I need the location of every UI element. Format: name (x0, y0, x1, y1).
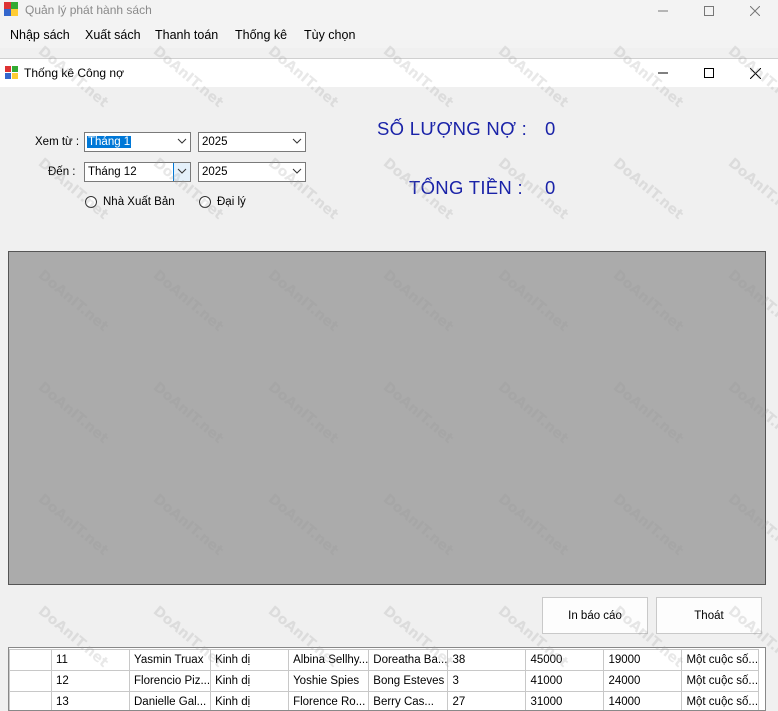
table-cell[interactable]: 24000 (604, 671, 682, 692)
table-grid: 11Yasmin TruaxKinh dịAlbina Sellhy...Dor… (9, 649, 759, 711)
to-year-combo[interactable]: 2025 (198, 162, 306, 182)
table-cell[interactable]: 41000 (526, 671, 604, 692)
to-month-combo[interactable]: Tháng 12 (84, 162, 191, 182)
close-button[interactable] (732, 0, 778, 22)
chevron-down-icon (177, 136, 187, 146)
watermark-text: DoAnIT.net (610, 155, 686, 223)
publisher-radio[interactable] (85, 196, 97, 208)
table-cell[interactable]: Kinh dị (211, 692, 289, 711)
exit-button[interactable]: Thoát (656, 597, 762, 634)
close-icon (750, 68, 761, 79)
maximize-button[interactable] (686, 0, 732, 22)
table-cell[interactable]: Danielle Gal... (130, 692, 211, 711)
table-cell[interactable]: 38 (448, 650, 526, 671)
table-cell[interactable]: Florencio Piz... (130, 671, 211, 692)
from-label: Xem từ : (35, 136, 79, 148)
table-cell[interactable]: 27 (448, 692, 526, 711)
total-amount-value: 0 (545, 177, 556, 199)
table-cell[interactable]: 12 (52, 671, 130, 692)
child-close-button[interactable] (732, 62, 778, 84)
chevron-down-icon (292, 136, 302, 146)
child-title-bar: Thống kê Công nợ (0, 59, 778, 87)
to-year-value: 2025 (202, 166, 228, 178)
to-month-value: Tháng 12 (88, 166, 137, 178)
chevron-down-icon (292, 166, 302, 176)
debt-count-label: SỐ LƯỢNG NỢ : (377, 118, 527, 140)
minimize-icon (658, 68, 668, 78)
menu-xuat-sach[interactable]: Xuất sách (85, 28, 141, 42)
from-year-value: 2025 (202, 136, 228, 148)
table-cell[interactable]: Doreatha Ba... (369, 650, 448, 671)
print-report-button[interactable]: In báo cáo (542, 597, 648, 634)
table-cell[interactable]: Yoshie Spies (289, 671, 369, 692)
data-table[interactable]: 11Yasmin TruaxKinh dịAlbina Sellhy...Dor… (8, 647, 766, 711)
table-cell[interactable]: Một cuộc số... (682, 692, 759, 711)
child-maximize-button[interactable] (686, 62, 732, 84)
table-cell[interactable]: 19000 (604, 650, 682, 671)
from-year-combo[interactable]: 2025 (198, 132, 306, 152)
close-icon (750, 6, 760, 16)
child-minimize-button[interactable] (640, 62, 686, 84)
table-cell[interactable]: 3 (448, 671, 526, 692)
menu-bar: Nhập sách Xuất sách Thanh toán Thống kê … (0, 22, 778, 48)
app-title-bar: Quản lý phát hành sách (0, 0, 778, 22)
minimize-button[interactable] (640, 0, 686, 22)
from-month-value: Tháng 1 (87, 136, 131, 148)
row-header[interactable] (10, 650, 52, 671)
debt-report-window: Thống kê Công nợ Xem từ : Tháng 1 2025 Đ… (0, 58, 778, 711)
menu-thong-ke[interactable]: Thống kê (235, 28, 287, 42)
table-cell[interactable]: 13 (52, 692, 130, 711)
chevron-down-icon (177, 166, 187, 176)
table-cell[interactable]: 31000 (526, 692, 604, 711)
app-icon (4, 2, 18, 16)
watermark-text: DoAnIT.net (725, 155, 778, 223)
table-cell[interactable]: Kinh dị (211, 650, 289, 671)
menu-nhap-sach[interactable]: Nhập sách (10, 28, 70, 42)
minimize-icon (658, 6, 668, 16)
table-row[interactable]: 11Yasmin TruaxKinh dịAlbina Sellhy...Dor… (10, 650, 759, 671)
table-cell[interactable]: Bong Esteves (369, 671, 448, 692)
table-row[interactable]: 12Florencio Piz...Kinh dịYoshie SpiesBon… (10, 671, 759, 692)
from-month-combo[interactable]: Tháng 1 (84, 132, 191, 152)
maximize-icon (704, 68, 714, 78)
debt-count-value: 0 (545, 118, 556, 140)
table-cell[interactable]: 45000 (526, 650, 604, 671)
table-cell[interactable]: 14000 (604, 692, 682, 711)
table-cell[interactable]: Albina Sellhy... (289, 650, 369, 671)
table-cell[interactable]: Berry Cas... (369, 692, 448, 711)
child-title: Thống kê Công nợ (24, 66, 124, 80)
maximize-icon (704, 6, 714, 16)
table-cell[interactable]: Một cuộc số... (682, 671, 759, 692)
report-view-area[interactable] (8, 251, 766, 585)
agent-radio[interactable] (199, 196, 211, 208)
table-cell[interactable]: Yasmin Truax (130, 650, 211, 671)
to-label: Đến : (48, 166, 76, 178)
menu-thanh-toan[interactable]: Thanh toán (155, 28, 218, 42)
table-cell[interactable]: 11 (52, 650, 130, 671)
table-cell[interactable]: Một cuộc số... (682, 650, 759, 671)
agent-radio-label: Đại lý (217, 196, 246, 208)
menu-tuy-chon[interactable]: Tùy chọn (304, 28, 355, 42)
window-icon (5, 66, 18, 79)
mdi-background (0, 48, 778, 58)
table-cell[interactable]: Florence Ro... (289, 692, 369, 711)
table-cell[interactable]: Kinh dị (211, 671, 289, 692)
publisher-radio-label: Nhà Xuất Bản (103, 196, 175, 208)
table-row[interactable]: 13Danielle Gal...Kinh dịFlorence Ro...Be… (10, 692, 759, 711)
app-title: Quản lý phát hành sách (25, 3, 152, 17)
row-header[interactable] (10, 692, 52, 711)
total-amount-label: TỔNG TIỀN : (409, 177, 523, 199)
row-header[interactable] (10, 671, 52, 692)
